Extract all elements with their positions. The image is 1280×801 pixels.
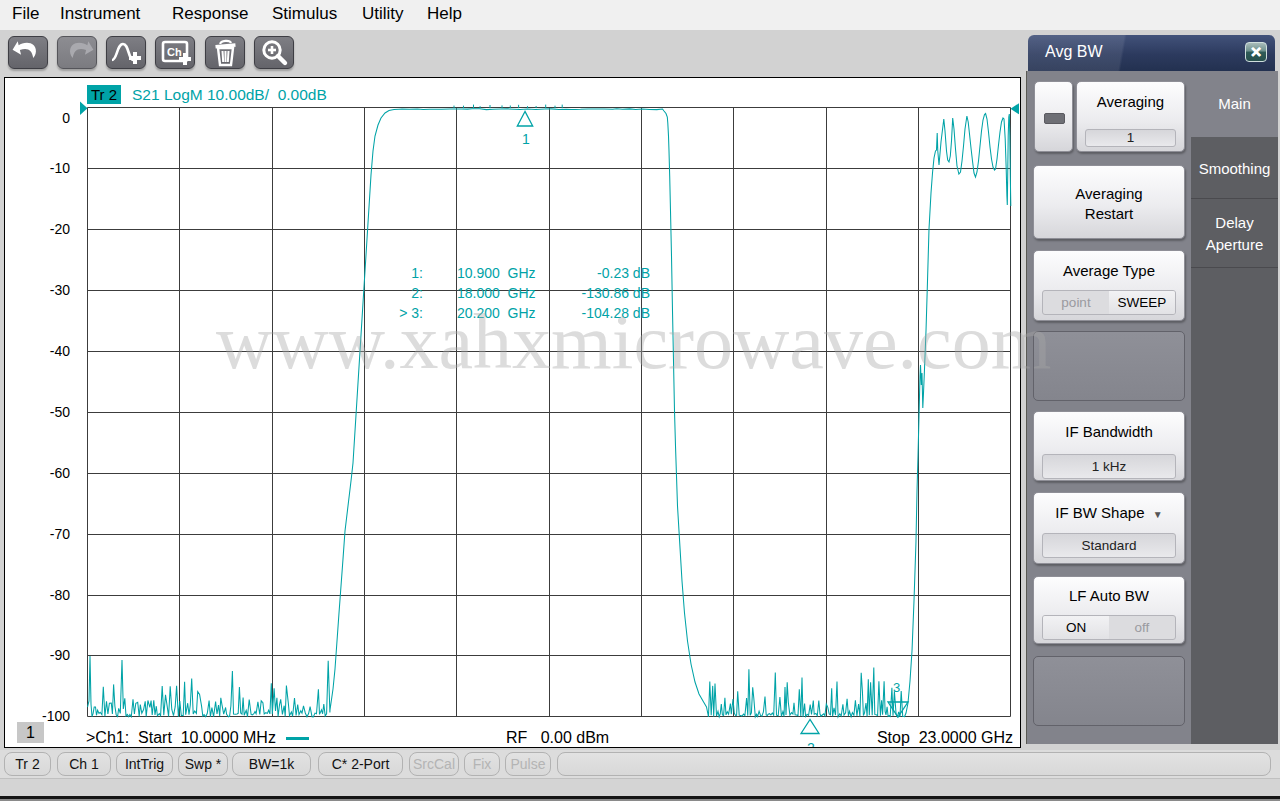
svg-text:Ch: Ch: [167, 46, 182, 58]
